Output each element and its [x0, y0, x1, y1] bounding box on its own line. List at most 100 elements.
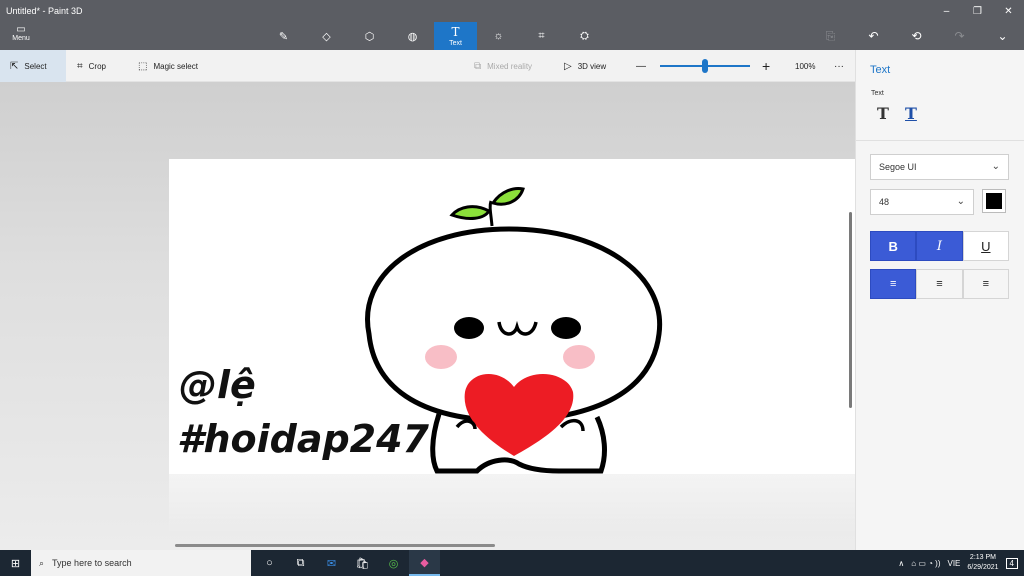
chevron-down-icon: ⌄: [991, 161, 1000, 172]
align-left-button[interactable]: ≡: [870, 269, 917, 299]
close-button[interactable]: ✕: [993, 0, 1024, 22]
bold-button[interactable]: B: [870, 231, 917, 261]
mixed-reality-button[interactable]: ⧉ Mixed reality: [474, 50, 532, 82]
stickers-icon: ◍: [407, 30, 418, 43]
search-placeholder: Type here to search: [52, 558, 132, 568]
mail-icon[interactable]: ✉: [316, 550, 347, 576]
text-icon: T: [451, 25, 460, 39]
zoom-out-button[interactable]: —: [636, 50, 646, 82]
3d-view-label: 3D view: [577, 61, 607, 71]
effects-icon: ☼: [493, 30, 504, 42]
panel-section-label: Text: [871, 90, 884, 97]
menu-button[interactable]: ▭ Menu: [6, 22, 36, 50]
horizontal-scrollbar[interactable]: [175, 544, 495, 547]
history-icon[interactable]: ⟲: [895, 22, 938, 50]
minus-icon: —: [636, 60, 646, 72]
folder-icon: ▭: [16, 24, 26, 35]
language-indicator[interactable]: VIE: [947, 559, 960, 568]
magic-select-button[interactable]: ⬚ Magic select: [138, 50, 198, 82]
tab-canvas[interactable]: ⌗: [520, 22, 563, 50]
font-size-dropdown[interactable]: 48 ⌄: [870, 189, 974, 215]
drawing-canvas[interactable]: @lệ #hoidap247: [169, 159, 855, 474]
font-family-dropdown[interactable]: Segoe UI ⌄: [870, 154, 1009, 180]
secondary-toolbar: ⇱ Select ⌗ Crop ⬚ Magic select ⧉ Mixed r…: [0, 50, 855, 82]
tab-3d-shapes[interactable]: ⬡: [348, 22, 391, 50]
text-color-swatch[interactable]: [982, 189, 1006, 213]
3d-view-icon: ▷: [564, 60, 572, 72]
expand-icon[interactable]: ⌄: [981, 22, 1024, 50]
select-icon: ⇱: [10, 60, 19, 72]
2d-shapes-icon: ◇: [322, 30, 331, 43]
tab-stickers[interactable]: ◍: [391, 22, 434, 50]
tray-status-icons[interactable]: ⌂ ▭ ◔ )): [911, 559, 940, 568]
window-controls: – ❐ ✕: [931, 0, 1024, 22]
brush-icon: ✎: [278, 30, 289, 43]
canvas-text-line-2[interactable]: #hoidap247: [177, 417, 429, 461]
search-icon: ⌕: [39, 557, 45, 568]
start-button[interactable]: ⊞: [0, 550, 31, 576]
taskbar-apps: ○ ⧉ ✉ 🛍 ◎ ◆: [254, 550, 440, 576]
notifications-icon[interactable]: 4: [1005, 557, 1018, 569]
minimize-button[interactable]: –: [931, 0, 962, 22]
zoom-percent: 100%: [795, 61, 816, 71]
tray-expand-icon[interactable]: ∧: [898, 559, 904, 568]
taskbar-search-box[interactable]: ⌕ Type here to search: [31, 550, 251, 576]
zoom-value[interactable]: 100%: [795, 50, 815, 82]
crop-icon: ⌗: [77, 60, 83, 72]
task-view-icon[interactable]: ⧉: [285, 550, 316, 576]
system-tray: ∧ ⌂ ▭ ◔ )) VIE 2:13 PM 6/29/2021 4: [898, 550, 1024, 576]
main-toolbar: ▭ Menu ✎ ◇ ⬡ ◍ T Text ☼ ⌗ ⛭ ⎘ ↶ ⟲ ↷ ⌄: [0, 22, 1024, 50]
tab-effects[interactable]: ☼: [477, 22, 520, 50]
select-button[interactable]: ⇱ Select: [0, 50, 66, 82]
clock-date: 6/29/2021: [967, 564, 999, 571]
mixed-reality-label: Mixed reality: [487, 61, 533, 71]
history-tools: ⎘ ↶ ⟲ ↷ ⌄: [809, 22, 1024, 50]
tab-text[interactable]: T Text: [434, 22, 477, 50]
text-side-panel: Text Text T T: [855, 50, 1024, 550]
store-icon[interactable]: 🛍: [347, 550, 378, 576]
canvas-text-line-1[interactable]: @lệ: [179, 363, 256, 407]
canvas-icon: ⌗: [538, 29, 545, 42]
browser-icon[interactable]: ◎: [378, 550, 409, 576]
workspace[interactable]: @lệ #hoidap247: [0, 82, 855, 550]
3d-library-icon: ⛭: [580, 29, 589, 42]
clock[interactable]: 2:13 PM 6/29/2021: [967, 553, 998, 573]
tab-text-label: Text: [449, 40, 462, 47]
windows-taskbar: ⊞ ⌕ Type here to search ○ ⧉ ✉ 🛍 ◎ ◆ ∧ ⌂ …: [0, 550, 1024, 576]
undo-icon[interactable]: ↶: [852, 22, 895, 50]
magic-select-label: Magic select: [153, 61, 198, 71]
panel-divider: [856, 140, 1024, 141]
tab-3d-library[interactable]: ⛭: [563, 22, 606, 50]
tab-brushes[interactable]: ✎: [262, 22, 305, 50]
vertical-scrollbar[interactable]: [849, 212, 852, 408]
underline-button[interactable]: U: [962, 231, 1009, 261]
window-title: Untitled* - Paint 3D: [6, 6, 83, 16]
alignment-buttons: ≡ ≡ ≡: [870, 269, 1009, 299]
paste-icon[interactable]: ⎘: [809, 22, 852, 50]
clock-time: 2:13 PM: [969, 554, 996, 561]
select-label: Select: [24, 61, 47, 71]
3d-text-button[interactable]: T: [905, 104, 917, 123]
tab-2d-shapes[interactable]: ◇: [305, 22, 348, 50]
3d-shapes-icon: ⬡: [364, 30, 375, 43]
cortana-icon[interactable]: ○: [254, 550, 285, 576]
maximize-button[interactable]: ❐: [962, 0, 993, 22]
more-button[interactable]: ···: [834, 50, 844, 82]
font-size-value: 48: [879, 197, 890, 207]
zoom-in-button[interactable]: +: [762, 50, 770, 82]
align-right-button[interactable]: ≡: [962, 269, 1009, 299]
text-color-fill: [986, 193, 1002, 209]
paint3d-taskbar-icon[interactable]: ◆: [409, 550, 440, 576]
redo-icon[interactable]: ↷: [938, 22, 981, 50]
paint3d-window: Untitled* - Paint 3D – ❐ ✕ ▭ Menu ✎ ◇ ⬡ …: [0, 0, 1024, 576]
2d-text-button[interactable]: T: [877, 104, 889, 123]
italic-button[interactable]: I: [916, 231, 963, 261]
menu-label: Menu: [12, 35, 30, 42]
font-style-buttons: B I U: [870, 231, 1009, 261]
panel-title: Text: [870, 64, 891, 76]
3d-view-button[interactable]: ▷ 3D view: [564, 50, 606, 82]
mixed-reality-icon: ⧉: [474, 60, 482, 72]
zoom-slider-thumb[interactable]: [702, 59, 708, 73]
align-center-button[interactable]: ≡: [916, 269, 963, 299]
crop-button[interactable]: ⌗ Crop: [77, 50, 106, 82]
